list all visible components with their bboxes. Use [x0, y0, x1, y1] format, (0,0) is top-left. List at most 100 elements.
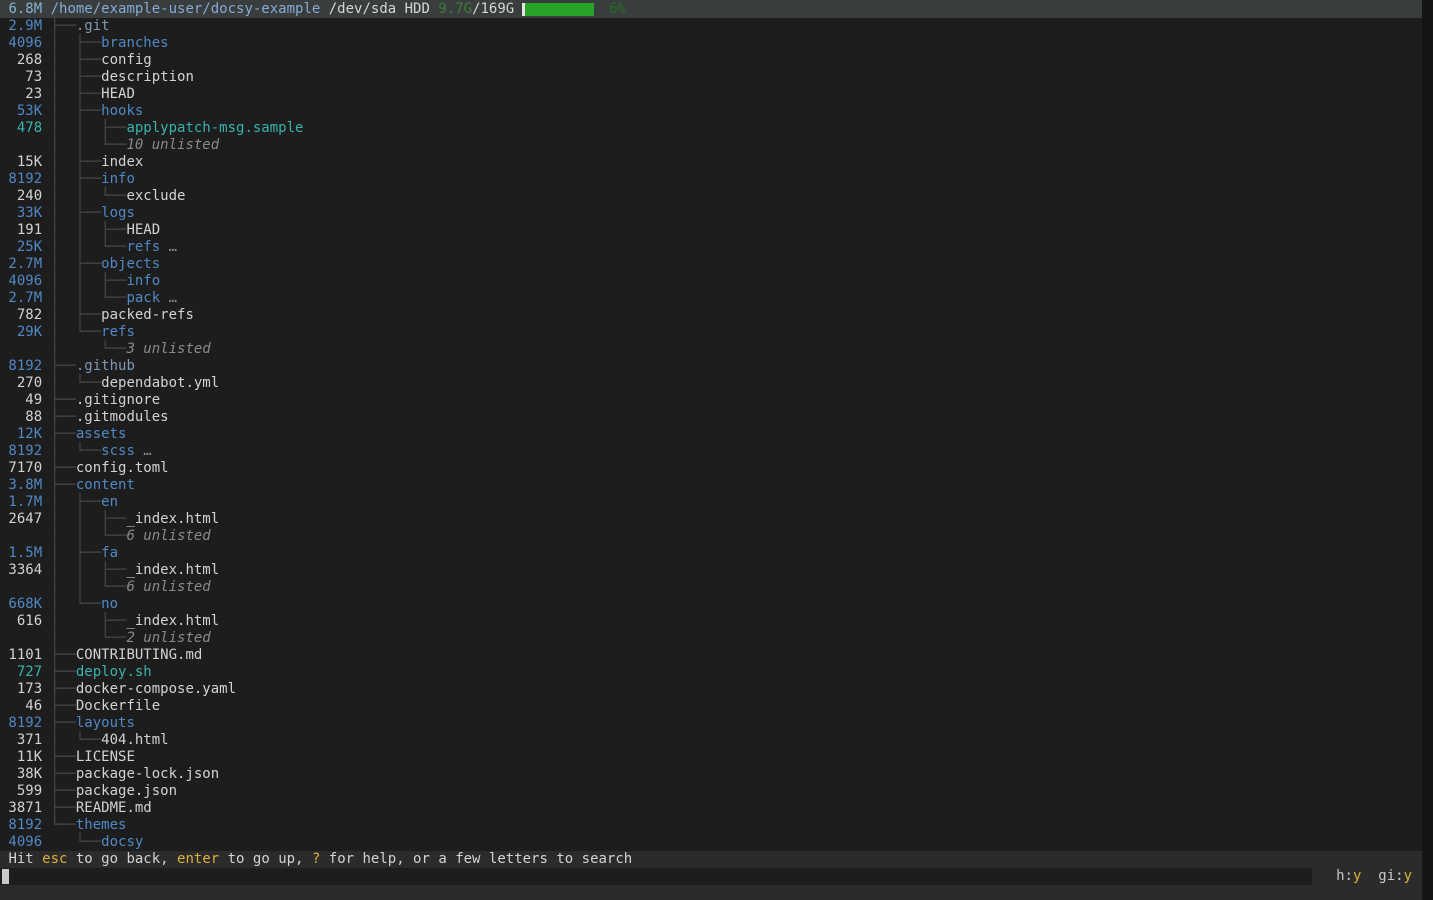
tree-row[interactable]: 270 │ └──dependabot.yml [0, 375, 1422, 392]
tree-row[interactable]: 3364 │ │ ├──_index.html [0, 562, 1422, 579]
file-name: info [101, 171, 135, 187]
file-name: index [101, 154, 143, 170]
file-name: branches [101, 35, 168, 51]
tree-branch-glyphs: │ └── [51, 375, 102, 391]
tree-row[interactable]: 8192 ├──layouts [0, 715, 1422, 732]
file-size: 33K [0, 205, 51, 221]
tree-row[interactable]: 1.7M │ ├──en [0, 494, 1422, 511]
file-name: Dockerfile [76, 698, 160, 714]
file-size: 4096 [0, 273, 51, 289]
flag-value[interactable]: y [1353, 868, 1361, 884]
tree-row[interactable]: 4096 │ │ ├──info [0, 273, 1422, 290]
tree-row[interactable]: 33K │ ├──logs [0, 205, 1422, 222]
file-size: 49 [0, 392, 51, 408]
tree-branch-glyphs: │ └── [51, 443, 102, 459]
tree-row[interactable]: 15K │ ├──index [0, 154, 1422, 171]
file-size: 8192 [0, 358, 51, 374]
tree-row[interactable]: 46 ├──Dockerfile [0, 698, 1422, 715]
tree-row[interactable]: 11K ├──LICENSE [0, 749, 1422, 766]
file-name: hooks [101, 103, 143, 119]
tree-row[interactable]: 2.7M │ │ └──pack … [0, 290, 1422, 307]
header-path[interactable]: /home/example-user/docsy-example [51, 0, 321, 18]
truncation-ellipsis: … [160, 239, 177, 255]
tree-row[interactable]: 3.8M ├──content [0, 477, 1422, 494]
tree-row[interactable]: 2647 │ │ ├──_index.html [0, 511, 1422, 528]
tree-row[interactable]: │ └──2 unlisted [0, 630, 1422, 647]
tree-row[interactable]: 727 ├──deploy.sh [0, 664, 1422, 681]
tree-row[interactable]: 191 │ │ ├──HEAD [0, 222, 1422, 239]
file-size: 29K [0, 324, 51, 340]
tree-row[interactable]: 8192 ├──.github [0, 358, 1422, 375]
tree-row[interactable]: 3871 ├──README.md [0, 800, 1422, 817]
tree-row[interactable]: 25K │ │ └──refs … [0, 239, 1422, 256]
tree-row[interactable]: 2.7M │ ├──objects [0, 256, 1422, 273]
tree-row[interactable]: 53K │ ├──hooks [0, 103, 1422, 120]
file-name: .github [76, 358, 135, 374]
header-bar: 6.8M /home/example-user/docsy-example /d… [0, 0, 1422, 18]
tree-row[interactable]: 49 ├──.gitignore [0, 392, 1422, 409]
tree-branch-glyphs: │ ├── [51, 86, 102, 102]
file-name: refs [126, 239, 160, 255]
unlisted-label: 6 unlisted [126, 528, 210, 544]
tree-branch-glyphs: ├── [51, 766, 76, 782]
file-size: 7170 [0, 460, 51, 476]
tree-row[interactable]: 782 │ ├──packed-refs [0, 307, 1422, 324]
tree-row[interactable]: 29K │ └──refs [0, 324, 1422, 341]
status-bar: Hit esc to go back, enter to go up, ? fo… [0, 851, 1422, 868]
tree-row[interactable]: 73 │ ├──description [0, 69, 1422, 86]
tree-row[interactable]: 38K ├──package-lock.json [0, 766, 1422, 783]
tree-row[interactable]: 478 │ │ ├──applypatch-msg.sample [0, 120, 1422, 137]
tree-row[interactable]: │ │ └──10 unlisted [0, 137, 1422, 154]
unlisted-label: 10 unlisted [126, 137, 219, 153]
tree-branch-glyphs: │ ├── [51, 171, 102, 187]
tree-row[interactable]: 12K ├──assets [0, 426, 1422, 443]
file-name: config [101, 52, 152, 68]
tree-row[interactable]: 1101 ├──CONTRIBUTING.md [0, 647, 1422, 664]
tree-branch-glyphs: ├── [51, 460, 76, 476]
file-name: HEAD [126, 222, 160, 238]
tree-row[interactable]: 7170 ├──config.toml [0, 460, 1422, 477]
tree-row[interactable]: 4096 │ ├──branches [0, 35, 1422, 52]
flag-label: gi: [1378, 868, 1403, 884]
file-size: 668K [0, 596, 51, 612]
tree-row[interactable]: │ │ └──6 unlisted [0, 579, 1422, 596]
tree-row[interactable]: 8192 │ ├──info [0, 171, 1422, 188]
tree-branch-glyphs: ├── [51, 409, 76, 425]
tree-row[interactable]: 240 │ │ └──exclude [0, 188, 1422, 205]
tree-branch-glyphs: ├── [51, 800, 76, 816]
file-size: 23 [0, 86, 51, 102]
tree-row[interactable]: 88 ├──.gitmodules [0, 409, 1422, 426]
file-size: 53K [0, 103, 51, 119]
tree-row[interactable]: 616 │ ├──_index.html [0, 613, 1422, 630]
file-name: docker-compose.yaml [76, 681, 236, 697]
tree-branch-glyphs: ├── [51, 426, 76, 442]
tree-branch-glyphs: ├── [51, 647, 76, 663]
tree-row[interactable]: 2.9M ├──.git [0, 18, 1422, 35]
tree-row[interactable]: 4096 └──docsy [0, 834, 1422, 851]
file-size: 3871 [0, 800, 51, 816]
tree-row[interactable]: │ │ └──6 unlisted [0, 528, 1422, 545]
tree-row[interactable]: 268 │ ├──config [0, 52, 1422, 69]
file-size: 3.8M [0, 477, 51, 493]
tree-row[interactable]: 668K │ └──no [0, 596, 1422, 613]
file-name: scss [101, 443, 135, 459]
bottom-strip [0, 885, 1422, 900]
tree-branch-glyphs: ├── [51, 477, 76, 493]
tree-row[interactable]: 1.5M │ ├──fa [0, 545, 1422, 562]
flag-value[interactable]: y [1404, 868, 1412, 884]
key-hint: esc [42, 851, 67, 867]
gauge-free-segment [525, 3, 594, 16]
tree-branch-glyphs: │ └── [51, 324, 102, 340]
tree-row[interactable]: 173 ├──docker-compose.yaml [0, 681, 1422, 698]
tree-row[interactable]: 599 ├──package.json [0, 783, 1422, 800]
search-input-line[interactable]: h:y gi:y [0, 868, 1422, 885]
tree-row[interactable]: 8192 └──themes [0, 817, 1422, 834]
unlisted-label: 3 unlisted [126, 341, 210, 357]
tree-branch-glyphs: ├── [51, 664, 76, 680]
text-cursor [2, 869, 9, 884]
tree-row[interactable]: 23 │ ├──HEAD [0, 86, 1422, 103]
truncation-ellipsis: … [135, 443, 152, 459]
tree-row[interactable]: │ └──3 unlisted [0, 341, 1422, 358]
tree-row[interactable]: 8192 │ └──scss … [0, 443, 1422, 460]
tree-row[interactable]: 371 │ └──404.html [0, 732, 1422, 749]
